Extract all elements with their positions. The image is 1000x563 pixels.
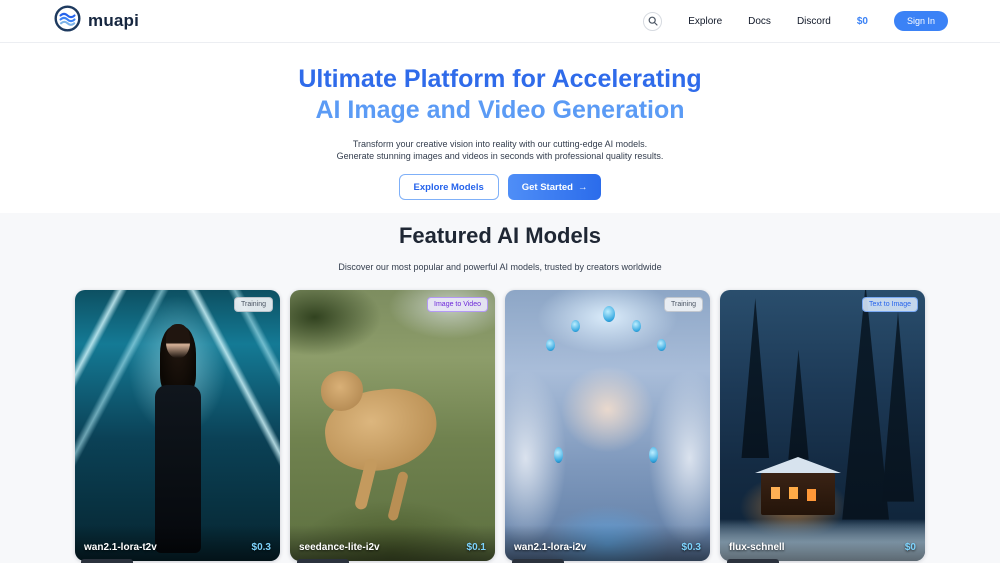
crystal-gem	[546, 339, 555, 351]
header: muapi Explore Docs Discord $0 Sign In	[0, 0, 1000, 43]
header-nav: Explore Docs Discord $0 Sign In	[643, 11, 948, 31]
nav-docs[interactable]: Docs	[748, 16, 771, 27]
model-image	[75, 290, 280, 561]
nav-explore[interactable]: Explore	[688, 16, 722, 27]
model-card-wan21-lora-i2v[interactable]: Training wan2.1-lora-i2v $0.3	[505, 290, 710, 561]
model-badge: Training	[664, 297, 703, 312]
model-footer: seedance-lite-i2v $0.1	[290, 525, 495, 561]
next-row-card-peek	[81, 559, 133, 563]
model-price: $0.3	[682, 542, 701, 553]
model-name: seedance-lite-i2v	[299, 542, 380, 553]
get-started-label: Get Started	[522, 182, 573, 193]
next-row-card-peek	[297, 559, 349, 563]
hero-title: Ultimate Platform for Accelerating AI Im…	[0, 64, 1000, 126]
model-badge: Text to Image	[862, 297, 918, 312]
model-price: $0.1	[467, 542, 486, 553]
search-button[interactable]	[643, 12, 662, 31]
model-name: flux-schnell	[729, 542, 785, 553]
hero-title-line1: Ultimate Platform for Accelerating	[0, 64, 1000, 95]
crystal-gem	[649, 447, 658, 463]
model-badge: Training	[234, 297, 273, 312]
cabin-shape	[761, 473, 835, 515]
model-badge: Image to Video	[427, 297, 488, 312]
model-footer: flux-schnell $0	[720, 525, 925, 561]
crystal-gem	[657, 339, 666, 351]
crystal-gem	[554, 447, 563, 463]
model-card-seedance-lite-i2v[interactable]: Image to Video seedance-lite-i2v $0.1	[290, 290, 495, 561]
model-footer: wan2.1-lora-i2v $0.3	[505, 525, 710, 561]
search-icon	[648, 14, 658, 29]
next-row-card-peek	[512, 559, 564, 563]
arrow-right-icon: →	[578, 182, 588, 193]
model-footer: wan2.1-lora-t2v $0.3	[75, 525, 280, 561]
tree-silhouette	[732, 298, 778, 458]
featured-subtitle: Discover our most popular and powerful A…	[0, 262, 1000, 272]
brand-logo[interactable]: muapi	[54, 5, 139, 37]
crystal-gem	[603, 306, 615, 322]
hero-subtitle-line2: Generate stunning images and videos in s…	[0, 150, 1000, 162]
model-image	[290, 290, 495, 561]
model-image	[505, 290, 710, 561]
get-started-button[interactable]: Get Started →	[508, 174, 602, 200]
next-row-card-peek	[727, 559, 779, 563]
model-card-grid: Training wan2.1-lora-t2v $0.3 Image to V…	[75, 290, 925, 561]
hero-section: Ultimate Platform for Accelerating AI Im…	[0, 43, 1000, 213]
hero-subtitle-line1: Transform your creative vision into real…	[0, 138, 1000, 150]
hero-subtitle: Transform your creative vision into real…	[0, 138, 1000, 162]
featured-title: Featured AI Models	[0, 223, 1000, 249]
brand-name: muapi	[88, 11, 139, 31]
featured-section: Featured AI Models Discover our most pop…	[0, 213, 1000, 563]
sign-in-button[interactable]: Sign In	[894, 11, 948, 31]
hero-actions: Explore Models Get Started →	[0, 174, 1000, 200]
model-name: wan2.1-lora-i2v	[514, 542, 586, 553]
model-name: wan2.1-lora-t2v	[84, 542, 157, 553]
model-image	[720, 290, 925, 561]
crystal-gem	[632, 320, 641, 332]
muapi-logo-icon	[54, 5, 81, 37]
crystal-gem	[571, 320, 580, 332]
figure-silhouette	[166, 324, 190, 358]
model-card-flux-schnell[interactable]: Text to Image flux-schnell $0	[720, 290, 925, 561]
tree-silhouette	[782, 350, 816, 460]
balance-amount[interactable]: $0	[857, 16, 868, 27]
explore-models-button[interactable]: Explore Models	[399, 174, 499, 200]
model-price: $0.3	[252, 542, 271, 553]
model-price: $0	[905, 542, 916, 553]
nav-discord[interactable]: Discord	[797, 16, 831, 27]
hero-title-line2: AI Image and Video Generation	[0, 95, 1000, 126]
model-card-wan21-lora-t2v[interactable]: Training wan2.1-lora-t2v $0.3	[75, 290, 280, 561]
